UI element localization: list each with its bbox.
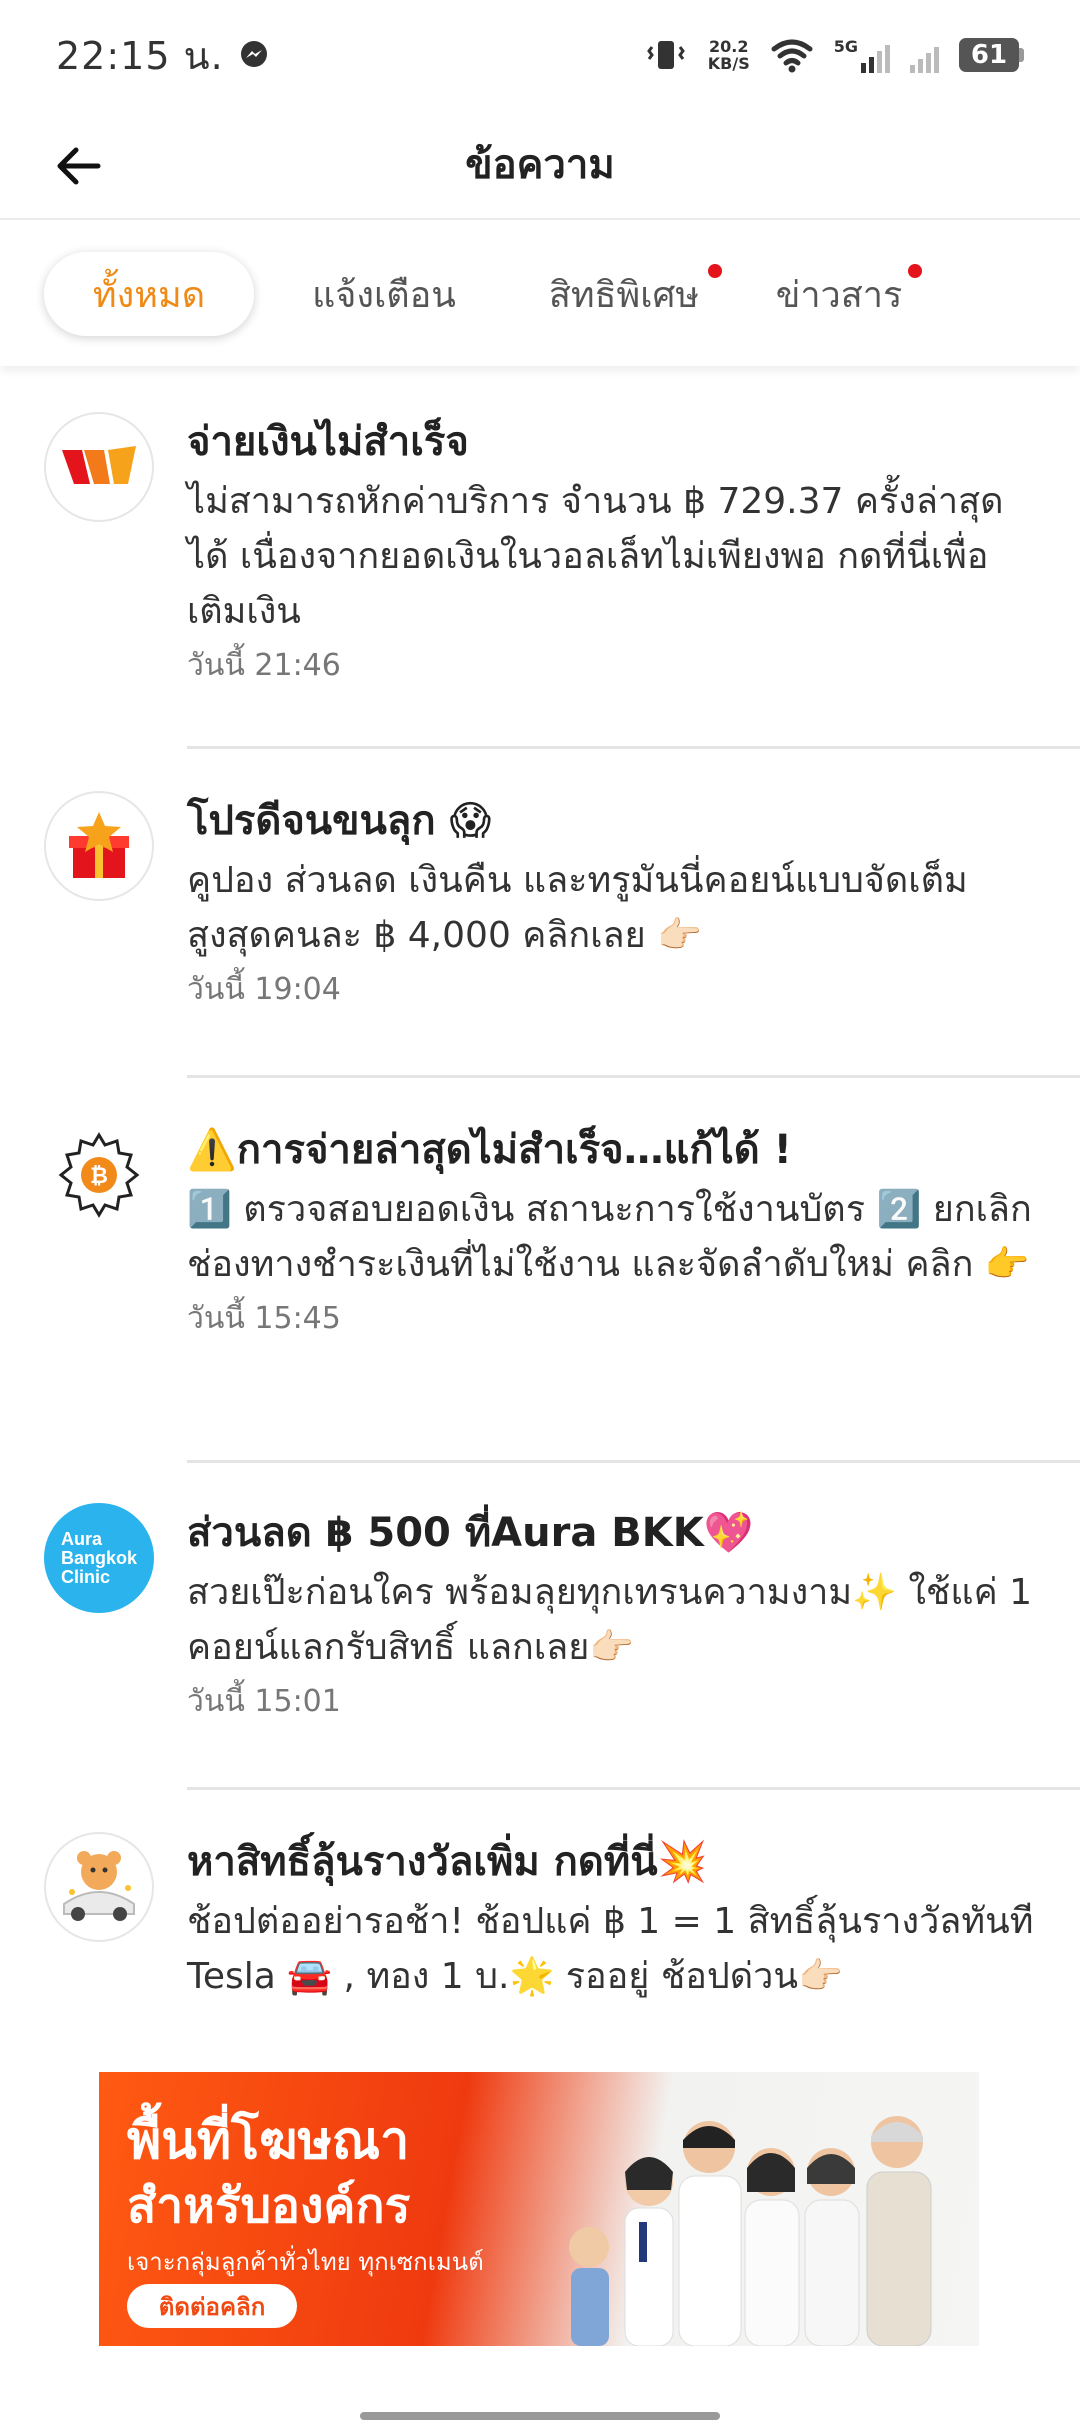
contact-button[interactable]: ติดต่อคลิก <box>127 2284 297 2328</box>
message-text: 1️⃣ ตรวจสอบยอดเงิน สถานะการใช้งานบัตร 2️… <box>187 1189 1032 1285</box>
message-time: วันนี้ 15:01 <box>187 1684 341 1719</box>
list-item[interactable]: ₿ ⚠️การจ่ายล่าสุดไม่สำเร็จ…แก้ได้ ! 1️⃣ … <box>0 1078 1080 1463</box>
wifi-icon <box>771 39 813 73</box>
message-time: วันนี้ 15:45 <box>187 1301 341 1336</box>
status-bar: 22:15 น. 20.2 KB/S 5G 61 <box>0 0 1080 110</box>
net-speed-unit: KB/S <box>707 54 750 73</box>
tab-label: สิทธิพิเศษ <box>548 274 700 316</box>
message-text: ไม่สามารถหักค่าบริการ จำนวน ฿ 729.37 ครั… <box>187 481 1004 632</box>
battery-level: 61 <box>959 38 1019 72</box>
message-title: หาสิทธิ์ลุ้นรางวัลเพิ่ม กดที่นี่💥 <box>187 1839 708 1885</box>
status-time: 22:15 น. <box>56 33 224 78</box>
signal-bars <box>910 37 939 73</box>
unread-dot <box>908 264 922 278</box>
messenger-icon <box>240 41 267 67</box>
list-item[interactable]: หาสิทธิ์ลุ้นรางวัลเพิ่ม กดที่นี่💥 ช้อปต่… <box>0 1790 1080 2080</box>
message-time: วันนี้ 21:46 <box>187 648 341 683</box>
logo-text: Aura <box>60 1528 102 1549</box>
net-speed: 20.2 KB/S <box>708 38 750 72</box>
back-button[interactable] <box>50 138 106 194</box>
page-title: ข้อความ <box>465 142 615 188</box>
wallet-logo-icon <box>44 412 154 522</box>
arrow-left-icon <box>57 147 101 185</box>
filter-tabs: ทั้งหมด แจ้งเตือน สิทธิพิเศษ ข่าวสาร <box>0 222 1080 366</box>
message-text: คูปอง ส่วนลด เงินคืน และทรูมันนี่คอยน์แบ… <box>187 860 968 956</box>
family-photo <box>569 2116 932 2346</box>
message-title: จ่ายเงินไม่สำเร็จ <box>187 419 469 465</box>
message-text: ช้อปต่ออย่ารอช้า! ช้อปแค่ ฿ 1 = 1 สิทธิ์… <box>187 1901 1034 1997</box>
list-item[interactable]: จ่ายเงินไม่สำเร็จ ไม่สามารถหักค่าบริการ … <box>0 370 1080 750</box>
gift-box-icon <box>44 791 154 901</box>
message-text: สวยเป๊ะก่อนใคร พร้อมลุยทุกเทรนความงาม✨ ใ… <box>187 1572 1032 1668</box>
signal-5g: 5G <box>834 37 890 73</box>
logo-text: Bangkok <box>60 1547 138 1568</box>
message-time: วันนี้ 19:04 <box>187 972 341 1007</box>
battery-icon: 61 <box>959 38 1024 72</box>
tab-label: ข่าวสาร <box>775 274 903 316</box>
aura-clinic-logo: Aura Bangkok Clinic <box>44 1503 154 1613</box>
list-item[interactable]: โปรดีจนขนลุก 😱 คูปอง ส่วนลด เงินคืน และท… <box>0 749 1080 1079</box>
vibrate-icon <box>646 41 685 69</box>
tab-news[interactable]: ข่าวสาร <box>764 252 922 336</box>
message-title: ⚠️การจ่ายล่าสุดไม่สำเร็จ…แก้ได้ ! <box>187 1127 792 1173</box>
ad-title: สำหรับองค์กร <box>127 2178 411 2234</box>
ad-subtitle: เจาะกลุ่มลูกค้าทั่วไทย ทุกเซกเมนต์ <box>127 2248 484 2276</box>
bear-car-icon <box>44 1832 154 1942</box>
tab-label: แจ้งเตือน <box>312 274 456 316</box>
tab-notifications[interactable]: แจ้งเตือน <box>294 252 474 336</box>
net-speed-value: 20.2 <box>709 37 749 56</box>
home-indicator[interactable] <box>360 2412 720 2420</box>
tab-label: ทั้งหมด <box>92 274 206 316</box>
list-item[interactable]: Aura Bangkok Clinic ส่วนลด ฿ 500 ที่Aura… <box>0 1461 1080 1791</box>
logo-text: Clinic <box>60 1566 110 1587</box>
tab-privileges[interactable]: สิทธิพิเศษ <box>534 252 722 336</box>
app-header: ข้อความ <box>0 110 1080 220</box>
svg-text:₿: ₿ <box>90 1164 108 1189</box>
gear-coin-icon: ₿ <box>44 1120 154 1230</box>
network-type: 5G <box>833 37 858 56</box>
ad-banner[interactable]: พื้นที่โฆษณา สำหรับองค์กร เจาะกลุ่มลูกค้… <box>99 2072 979 2346</box>
tab-all[interactable]: ทั้งหมด <box>44 252 254 336</box>
message-title: ส่วนลด ฿ 500 ที่Aura BKK💖 <box>187 1510 754 1556</box>
message-title: โปรดีจนขนลุก 😱 <box>187 798 492 844</box>
unread-dot <box>708 264 722 278</box>
